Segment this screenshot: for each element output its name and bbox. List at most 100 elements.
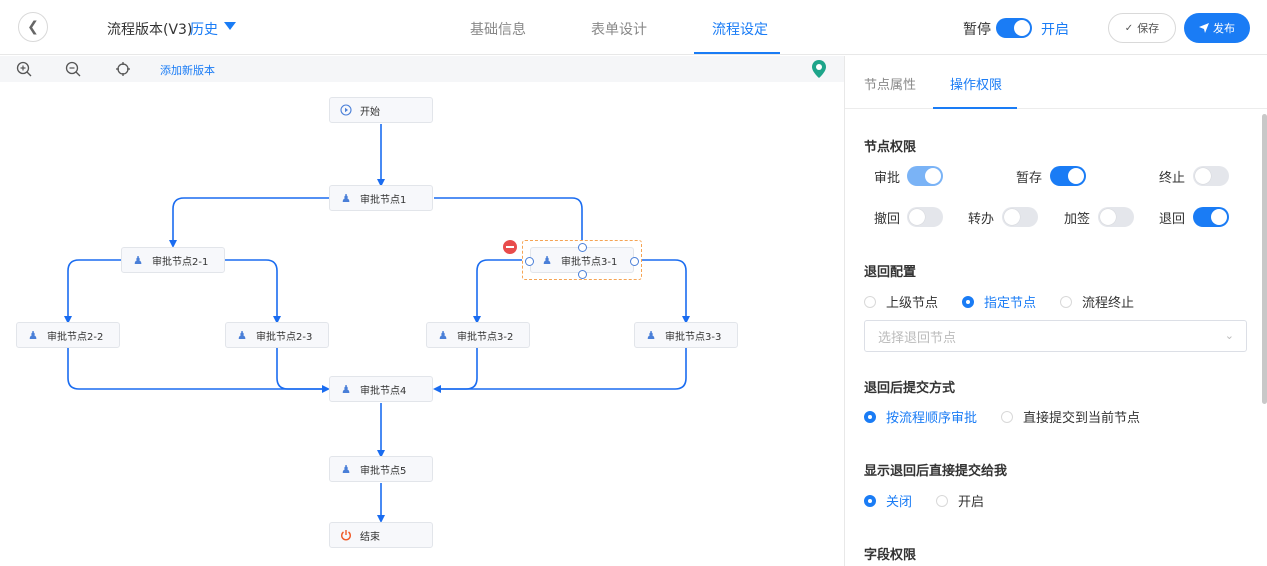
node-label: 审批节点1 [360,194,407,206]
perm-terminate-label: 终止 [1159,171,1186,186]
user-icon: ♟ [341,462,351,476]
perm-return-label: 退回 [1159,212,1186,227]
radio-sequential-approval[interactable]: 按流程顺序审批 [864,407,977,426]
remove-node-icon[interactable] [503,240,517,254]
perm-withdraw-toggle[interactable] [907,207,943,227]
location-pin-icon[interactable] [812,60,826,78]
version-title: 流程版本(V3) [107,22,193,38]
flow-node-approval-3-2[interactable]: ♟ 审批节点3-2 [426,322,530,348]
perm-save-draft-toggle[interactable] [1050,166,1086,186]
node-label: 结束 [360,531,380,543]
flow-node-end[interactable]: 结束 [329,522,433,548]
node-label: 审批节点5 [360,465,407,477]
option-label: 流程终止 [1082,296,1135,311]
user-icon: ♟ [341,382,351,396]
publish-label: 发布 [1213,22,1235,35]
connect-handle-right[interactable] [630,257,639,266]
user-icon: ♟ [237,328,247,342]
show-direct-title: 显示退回后直接提交给我 [864,464,1008,479]
chevron-down-icon: ⌄ [1224,329,1234,342]
check-icon: ✓ [1124,22,1134,34]
flow-node-approval-4[interactable]: ♟ 审批节点4 [329,376,433,402]
option-label: 开启 [958,495,985,510]
node-permissions-title: 节点权限 [864,140,917,155]
flow-node-approval-2-3[interactable]: ♟ 审批节点2-3 [225,322,329,348]
perm-transfer-toggle[interactable] [1002,207,1038,227]
radio-previous-node[interactable]: 上级节点 [864,292,938,311]
return-target-radio-group: 上级节点 指定节点 流程终止 [864,292,1158,311]
option-label: 直接提交到当前节点 [1023,411,1141,426]
panel-tabs: 节点属性 操作权限 [845,56,1267,109]
chevron-left-icon: ❮ [27,19,39,35]
perm-terminate-toggle[interactable] [1193,166,1229,186]
flow-canvas[interactable]: 开始 ♟ 审批节点1 ♟ 审批节点2-1 ♟ 审批节点3-1 ♟ 审批节点2-2… [0,82,844,566]
flow-node-approval-5[interactable]: ♟ 审批节点5 [329,456,433,482]
field-permissions-title: 字段权限 [864,548,917,563]
connect-handle-top[interactable] [578,243,587,252]
flow-node-start[interactable]: 开始 [329,97,433,123]
top-header: ❮ 流程版本(V3) 历史 基础信息 表单设计 流程设定 暂停 开启 ✓ 保存 … [0,0,1267,55]
power-icon [341,530,351,541]
tab-form-design[interactable]: 表单设计 [591,19,647,39]
submit-mode-radio-group: 按流程顺序审批 直接提交到当前节点 [864,407,1164,426]
zoom-in-icon[interactable] [16,61,32,77]
add-version-link[interactable]: 添加新版本 [160,62,215,78]
connect-handle-bottom[interactable] [578,270,587,279]
tab-active-underline [694,52,780,54]
panel-tab-underline [933,107,1017,109]
flow-node-approval-3-1[interactable]: ♟ 审批节点3-1 [522,240,642,280]
return-config-title: 退回配置 [864,265,917,280]
perm-withdraw-label: 撤回 [874,212,901,227]
tab-basic-info[interactable]: 基础信息 [470,19,526,39]
properties-panel: 节点属性 操作权限 节点权限 审批 暂存 终止 撤回 转办 加签 退回 退回配置… [844,56,1267,566]
flow-node-approval-3-3[interactable]: ♟ 审批节点3-3 [634,322,738,348]
flow-node-approval-2-2[interactable]: ♟ 审批节点2-2 [16,322,120,348]
status-toggle[interactable] [996,18,1032,38]
node-label: 审批节点2-1 [152,256,209,268]
radio-flow-terminate[interactable]: 流程终止 [1060,292,1134,311]
caret-down-icon[interactable] [224,22,236,30]
flow-node-approval-2-1[interactable]: ♟ 审批节点2-1 [121,247,225,273]
locate-icon[interactable] [115,61,131,77]
tab-node-properties[interactable]: 节点属性 [864,74,916,93]
back-button[interactable]: ❮ [18,12,48,42]
save-button[interactable]: ✓ 保存 [1108,13,1176,43]
radio-open[interactable]: 开启 [936,491,984,510]
canvas-toolbar: 添加新版本 [0,56,844,82]
perm-approve-toggle[interactable] [907,166,943,186]
show-direct-radio-group: 关闭 开启 [864,491,1008,510]
user-icon: ♟ [341,191,351,205]
user-icon: ♟ [133,253,143,267]
connect-handle-left[interactable] [525,257,534,266]
radio-specified-node[interactable]: 指定节点 [962,292,1036,311]
radio-close[interactable]: 关闭 [864,491,912,510]
publish-button[interactable]: 发布 [1184,13,1250,43]
submit-mode-title: 退回后提交方式 [864,381,956,396]
perm-add-signer-toggle[interactable] [1098,207,1134,227]
pause-label: 暂停 [963,22,991,38]
node-label: 审批节点3-3 [665,331,722,343]
history-link[interactable]: 历史 [190,19,218,39]
node-label: 审批节点2-2 [47,331,104,343]
zoom-out-icon[interactable] [65,61,81,77]
panel-scrollbar[interactable] [1262,114,1267,404]
open-label: 开启 [1041,22,1069,38]
perm-add-signer-label: 加签 [1064,212,1091,227]
flow-node-approval-1[interactable]: ♟ 审批节点1 [329,185,433,211]
perm-approve-label: 审批 [874,171,901,186]
radio-direct-submit[interactable]: 直接提交到当前节点 [1001,407,1140,426]
perm-return-toggle[interactable] [1193,207,1229,227]
option-label: 关闭 [886,495,913,510]
perm-transfer-label: 转办 [968,212,995,227]
tab-flow-settings[interactable]: 流程设定 [712,19,768,39]
user-icon: ♟ [438,328,448,342]
return-node-select[interactable]: 选择退回节点 ⌄ [864,320,1247,352]
perm-save-draft-label: 暂存 [1016,171,1043,186]
node-label: 审批节点3-2 [457,331,514,343]
node-label: 开始 [360,106,380,118]
save-label: 保存 [1137,22,1160,35]
user-icon: ♟ [646,328,656,342]
node-label: 审批节点3-1 [561,256,618,268]
option-label: 指定节点 [984,296,1037,311]
tab-operation-permissions[interactable]: 操作权限 [950,74,1002,93]
